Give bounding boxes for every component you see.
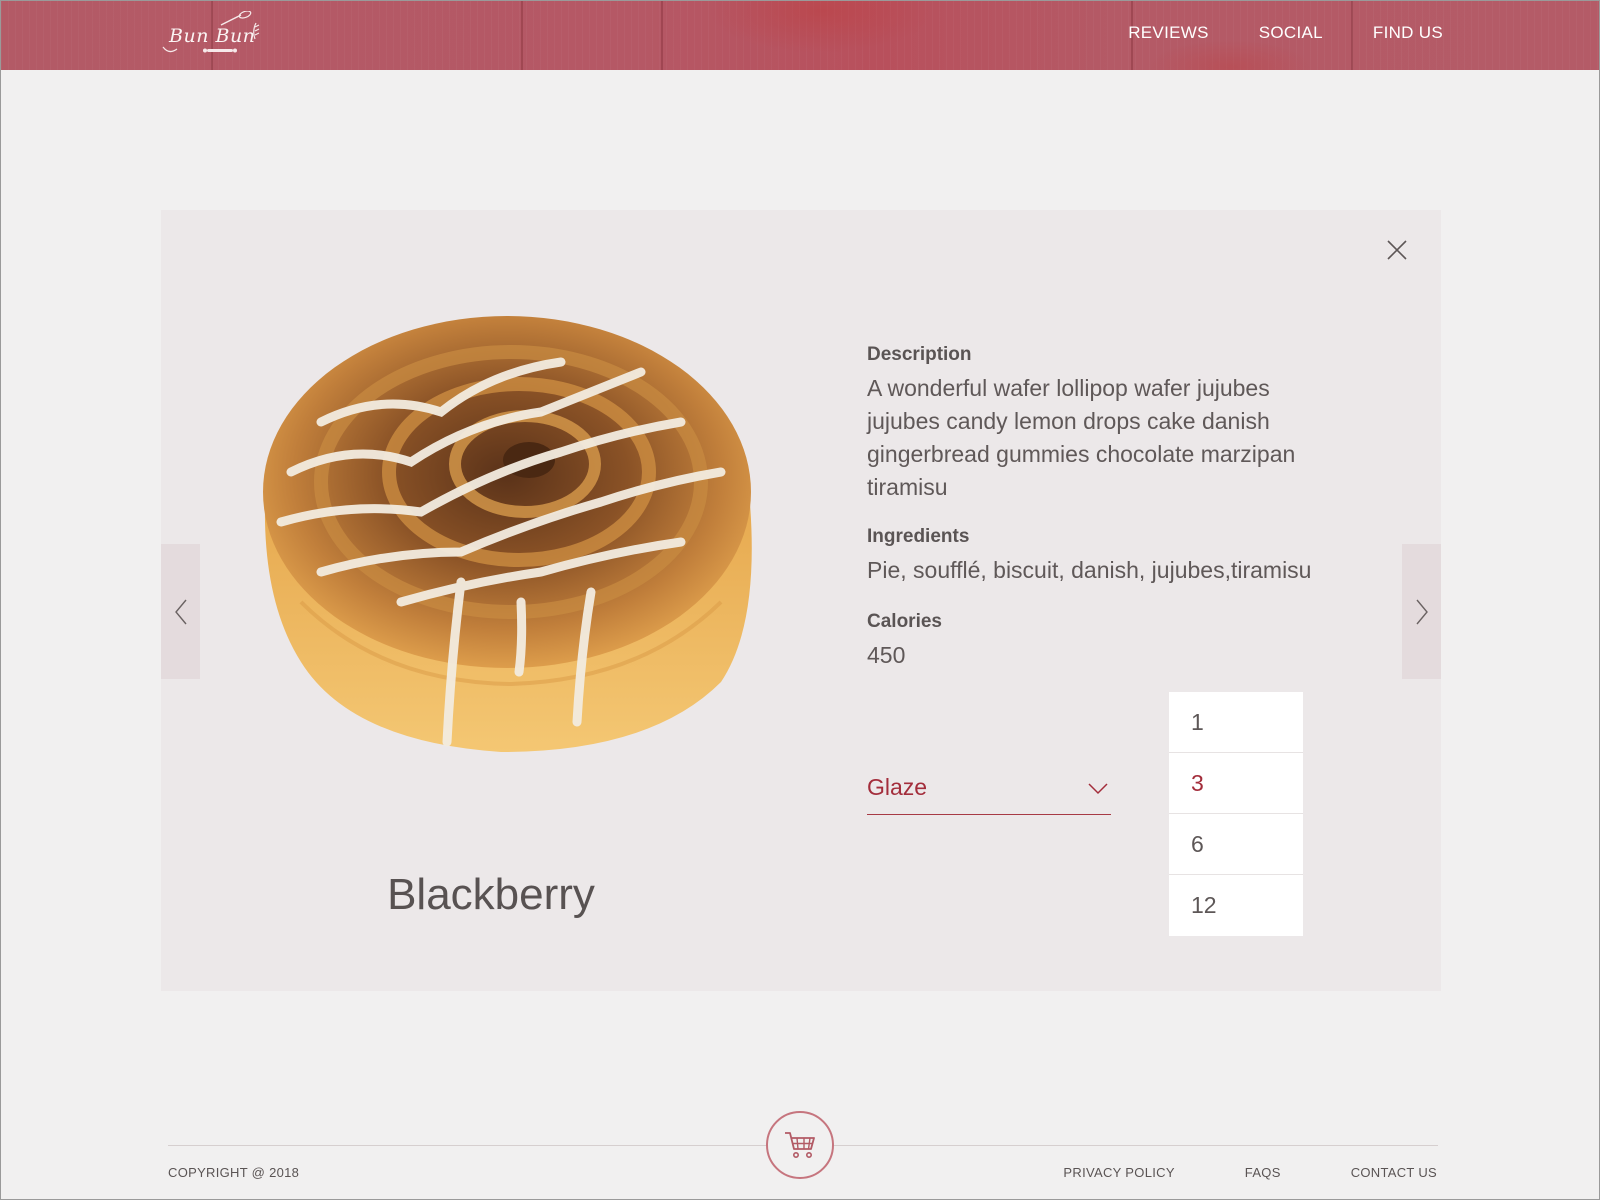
quantity-option-3[interactable]: 3	[1169, 753, 1303, 814]
main-nav: REVIEWS SOCIAL FIND US	[1128, 23, 1443, 43]
cart-button[interactable]	[766, 1111, 834, 1179]
glaze-dropdown[interactable]: Glaze	[867, 756, 1111, 815]
ingredients-text: Pie, soufflé, biscuit, danish, jujubes,t…	[867, 557, 1312, 583]
brand-logo[interactable]: Bun Bun	[159, 11, 267, 59]
glaze-selected-value: Glaze	[867, 774, 928, 800]
close-icon	[1387, 240, 1407, 260]
calories-label: Calories	[867, 611, 942, 632]
product-modal: Blackberry Description A wonderful wafer…	[161, 210, 1441, 991]
quantity-option-12[interactable]: 12	[1169, 875, 1303, 936]
nav-reviews[interactable]: REVIEWS	[1128, 23, 1209, 43]
logo-text: Bun Bun	[169, 25, 256, 47]
next-product-button[interactable]	[1402, 544, 1441, 679]
nav-social[interactable]: SOCIAL	[1259, 23, 1323, 43]
nav-find-us[interactable]: FIND US	[1373, 23, 1443, 43]
close-button[interactable]	[1383, 236, 1411, 264]
faqs-link[interactable]: FAQS	[1245, 1165, 1281, 1180]
product-name: Blackberry	[387, 870, 595, 919]
description-label: Description	[867, 344, 972, 365]
description-text: A wonderful wafer lollipop wafer jujubes…	[867, 375, 1296, 500]
privacy-policy-link[interactable]: PRIVACY POLICY	[1063, 1165, 1174, 1180]
footer-links: PRIVACY POLICY FAQS CONTACT US	[1063, 1165, 1437, 1180]
quantity-options-list: 1 3 6 12	[1169, 692, 1303, 936]
product-details: Description A wonderful wafer lollipop w…	[867, 344, 1337, 672]
chevron-down-icon	[1088, 783, 1108, 795]
previous-product-button[interactable]	[161, 544, 200, 679]
quantity-option-1[interactable]: 1	[1169, 692, 1303, 753]
ingredients-label: Ingredients	[867, 526, 970, 547]
cart-icon	[785, 1132, 815, 1158]
chevron-left-icon	[174, 599, 187, 624]
copyright-text: COPYRIGHT @ 2018	[168, 1165, 300, 1180]
site-header: Bun Bun REVIEWS SOCIAL FIND US	[1, 1, 1599, 70]
quantity-option-6[interactable]: 6	[1169, 814, 1303, 875]
contact-us-link[interactable]: CONTACT US	[1351, 1165, 1437, 1180]
calories-value: 450	[867, 642, 906, 668]
chevron-right-icon	[1415, 599, 1428, 624]
product-image	[263, 316, 752, 752]
